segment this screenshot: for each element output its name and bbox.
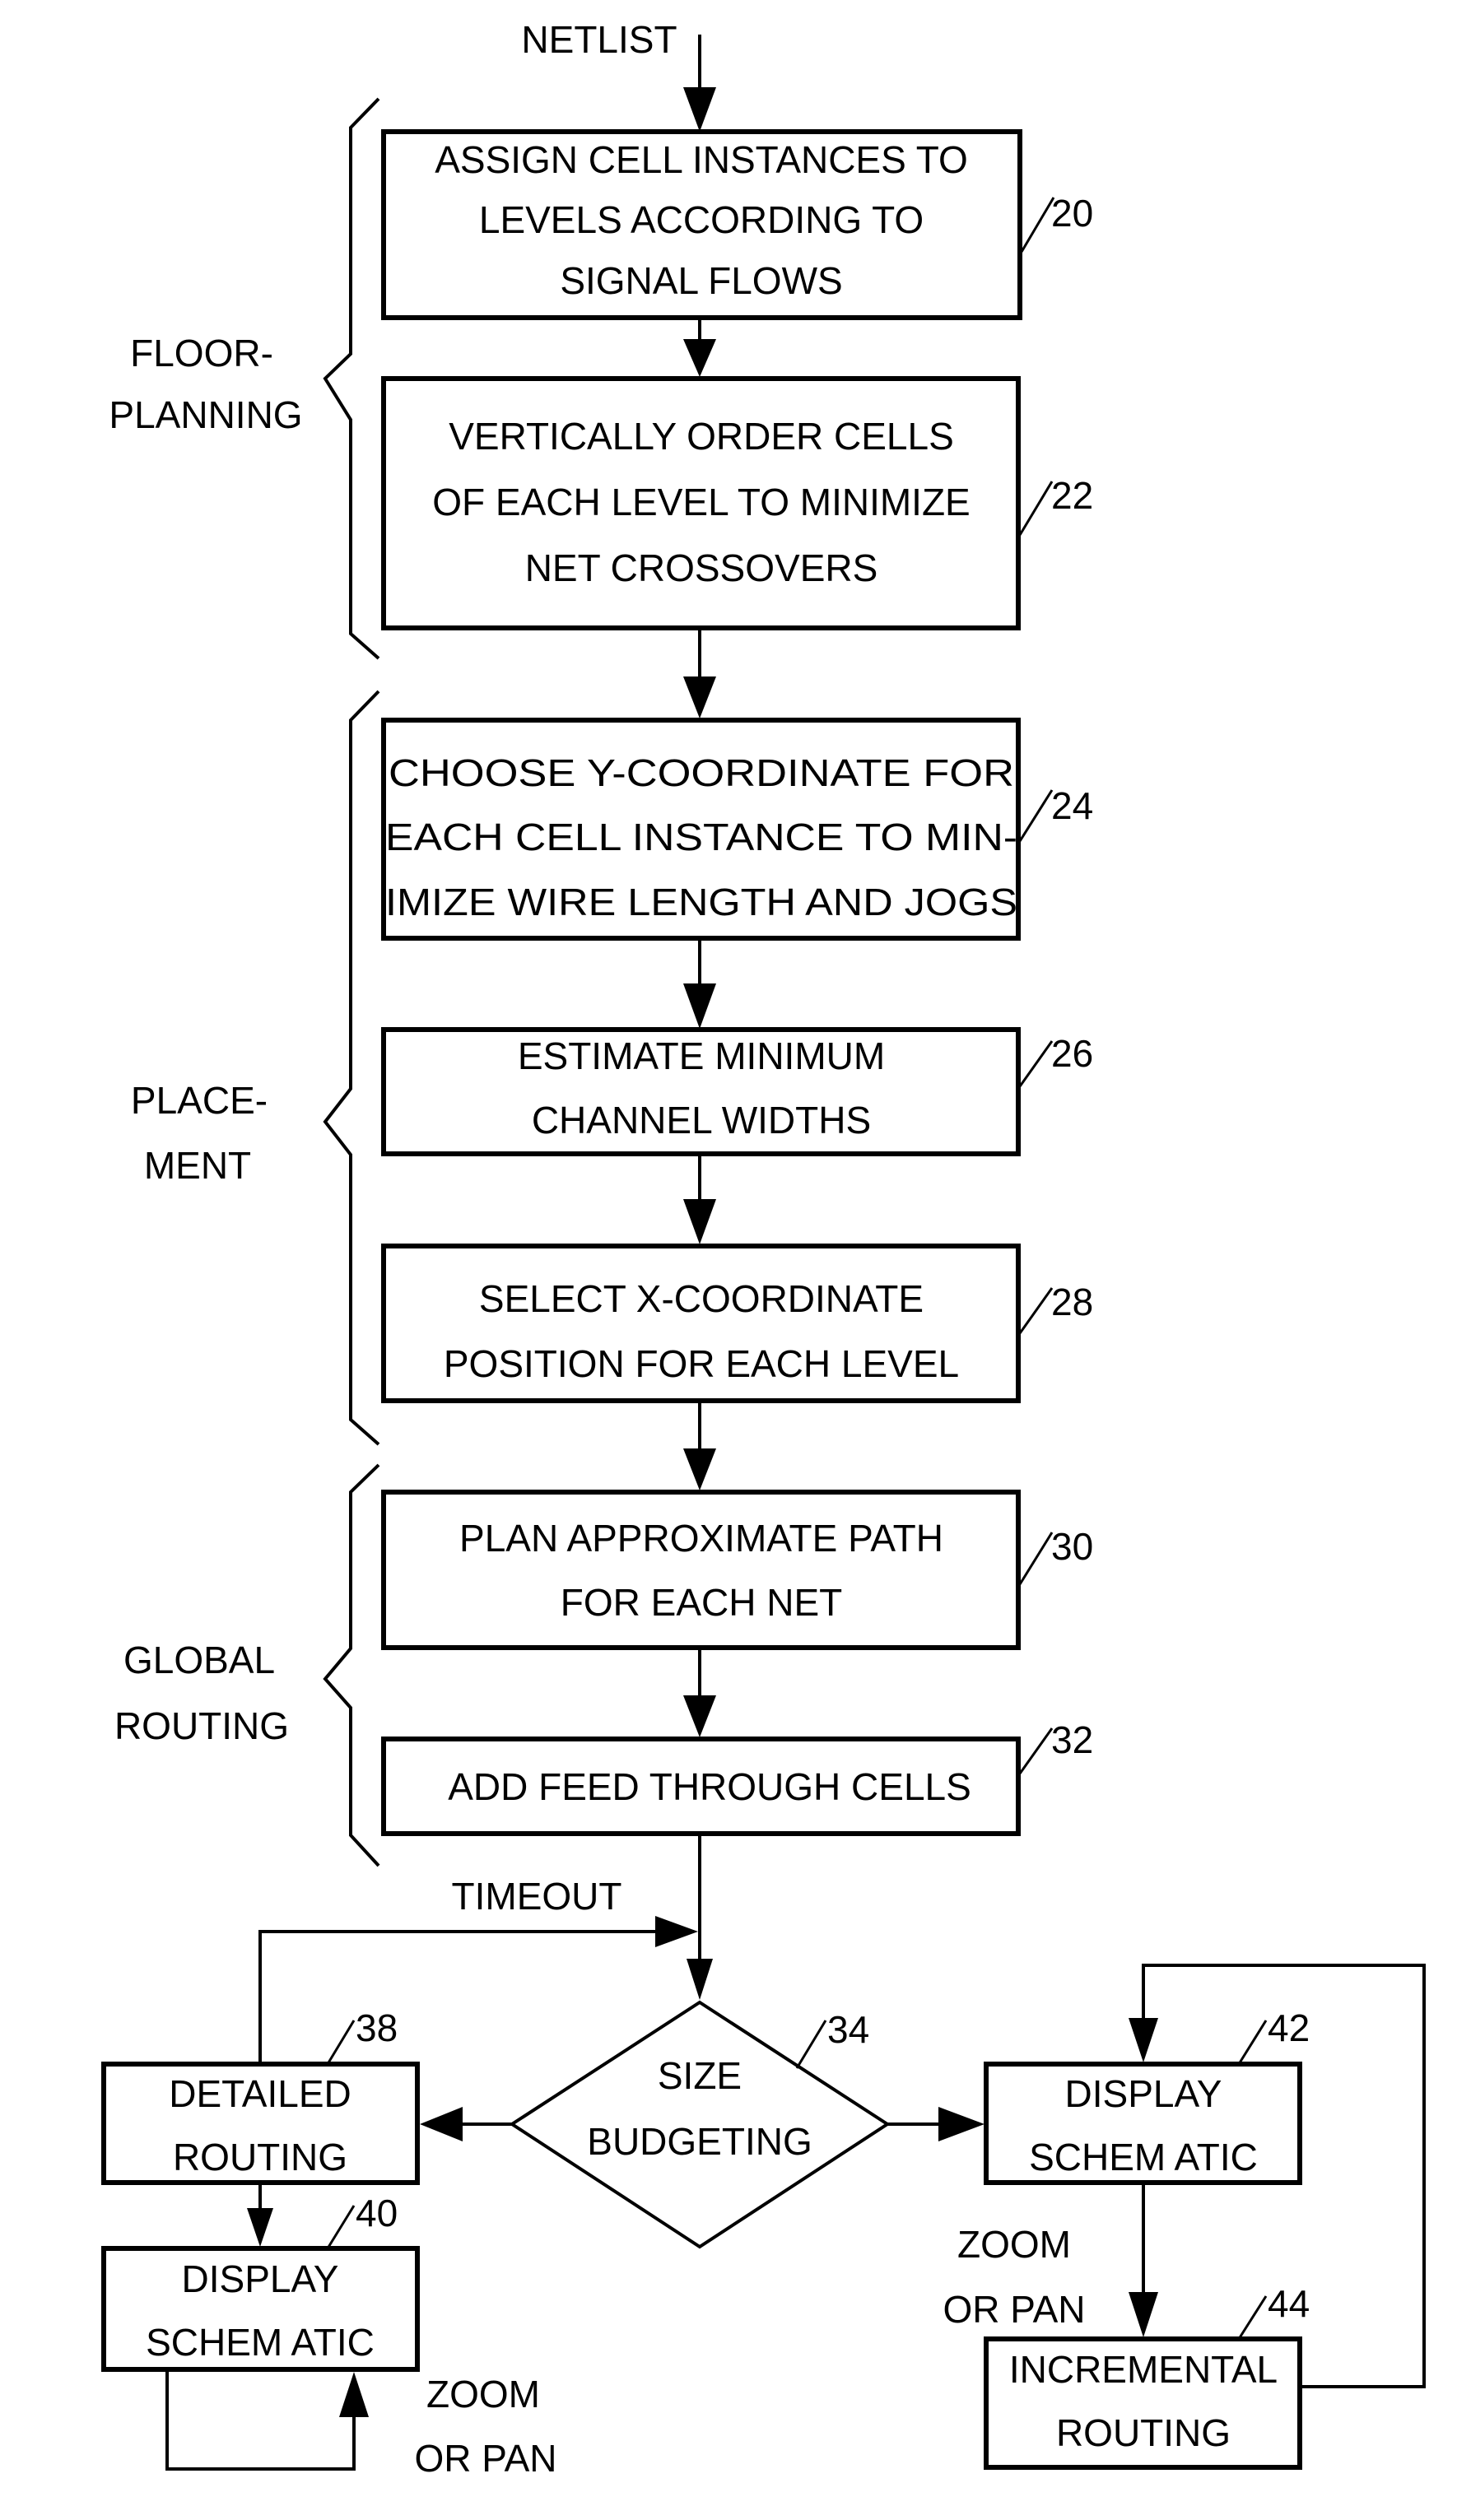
step-38-line1: DETAILED [169,2072,351,2115]
step-38-line2: ROUTING [173,2136,347,2178]
step-30-line1: PLAN APPROXIMATE PATH [459,1517,943,1560]
ref-38: 38 [356,2006,398,2049]
timeout-label: TIMEOUT [452,1875,622,1918]
step-28: SELECT X-COORDINATE POSITION FOR EACH LE… [381,1244,1021,1403]
leader-40 [326,2205,356,2249]
step-28-line1: SELECT X-COORDINATE [479,1277,924,1320]
leader-28 [1018,1287,1054,1334]
step-40-line2: SCHEM ATIC [146,2321,375,2364]
leader-26 [1018,1040,1054,1087]
leader-34 [795,2020,827,2069]
ref-32: 32 [1051,1718,1093,1761]
ref-24: 24 [1051,784,1093,827]
ref-22: 22 [1051,474,1093,517]
step-24-line2: EACH CELL INSTANCE TO MIN- [385,816,1017,858]
phase-global-routing-line2: ROUTING [114,1704,289,1747]
arrow-timeout-38-to-34 [258,1916,698,2064]
arrow-netlist-to-20 [683,35,716,132]
arrow-24-to-26 [683,938,716,1029]
ref-40: 40 [356,2192,398,2234]
arrow-20-to-22 [683,318,716,377]
decision-34-line1: SIZE [658,2054,742,2097]
step-24-line1: CHOOSE Y-COORDINATE FOR [389,751,1014,794]
step-42-line1: DISPLAY [1065,2072,1222,2115]
leader-22 [1018,481,1054,536]
step-20-line2: LEVELS ACCORDING TO [479,198,924,241]
step-20-line3: SIGNAL FLOWS [560,259,842,302]
step-26: ESTIMATE MINIMUM CHANNEL WIDTHS [381,1027,1021,1156]
step-32: ADD FEED THROUGH CELLS [381,1737,1021,1836]
ref-34: 34 [827,2008,869,2051]
leader-42 [1237,2020,1268,2065]
zoom-pan-right-line2: OR PAN [943,2288,1086,2331]
step-42-line2: SCHEM ATIC [1029,2136,1258,2178]
phase-floorplanning-line1: FLOOR- [130,332,273,374]
flowchart: NETLIST FLOOR- PLANNING PLACE- MENT GLOB… [101,18,1426,2480]
zoom-pan-left-line1: ZOOM [426,2373,540,2415]
leader-44 [1237,2295,1268,2340]
arrow-42-to-44 [1129,2183,1158,2337]
phase-floorplanning-line2: PLANNING [109,393,302,436]
step-44-line1: INCREMENTAL [1009,2348,1278,2391]
leader-20 [1020,197,1055,253]
step-22-line2: OF EACH LEVEL TO MINIMIZE [432,481,971,523]
step-30-line2: FOR EACH NET [561,1581,842,1624]
brace-placement [323,690,380,1446]
step-42: DISPLAY SCHEM ATIC [984,2062,1302,2185]
step-22-line1: VERTICALLY ORDER CELLS [449,415,954,458]
arrow-22-to-24 [683,628,716,718]
leader-38 [326,2020,356,2065]
ref-20: 20 [1051,192,1093,235]
loop-zoom-pan-left [165,2369,369,2471]
leader-24 [1018,789,1054,842]
zoom-pan-left-line2: OR PAN [415,2437,557,2480]
step-32-line1: ADD FEED THROUGH CELLS [448,1765,971,1808]
step-28-line2: POSITION FOR EACH LEVEL [444,1342,959,1385]
phase-global-routing-line1: GLOBAL [123,1639,275,1681]
step-26-line2: CHANNEL WIDTHS [532,1099,871,1141]
arrow-26-to-28 [683,1154,716,1244]
zoom-pan-right-line1: ZOOM [957,2223,1071,2266]
step-26-line1: ESTIMATE MINIMUM [518,1035,885,1077]
ref-26: 26 [1051,1032,1093,1075]
brace-floorplanning [323,97,380,660]
leader-30 [1018,1532,1054,1585]
leader-32 [1018,1727,1054,1774]
arrow-28-to-30 [683,1401,716,1490]
ref-44: 44 [1268,2282,1310,2325]
phase-placement-line1: PLACE- [131,1079,268,1122]
step-20: ASSIGN CELL INSTANCES TO LEVELS ACCORDIN… [381,129,1022,320]
arrow-32-to-34 [687,1834,713,2000]
step-44: INCREMENTAL ROUTING [984,2336,1302,2470]
phase-placement-line2: MENT [144,1144,251,1187]
step-22-line3: NET CROSSOVERS [525,546,878,589]
step-44-line2: ROUTING [1056,2411,1231,2454]
step-40: DISPLAY SCHEM ATIC [101,2246,420,2372]
ref-28: 28 [1051,1281,1093,1323]
arrow-30-to-32 [683,1648,716,1737]
ref-42: 42 [1268,2006,1310,2049]
step-20-line1: ASSIGN CELL INSTANCES TO [435,138,968,181]
ref-30: 30 [1051,1525,1093,1568]
step-30: PLAN APPROXIMATE PATH FOR EACH NET [381,1490,1021,1650]
step-22: VERTICALLY ORDER CELLS OF EACH LEVEL TO … [381,376,1021,630]
arrow-34-to-42 [887,2107,985,2141]
step-24: CHOOSE Y-COORDINATE FOR EACH CELL INSTAN… [381,718,1021,941]
decision-34-line2: BUDGETING [587,2120,812,2163]
step-38: DETAILED ROUTING [101,2062,420,2185]
arrow-38-to-40 [247,2183,273,2247]
step-24-line3: IMIZE WIRE LENGTH AND JOGS [385,881,1017,923]
brace-global-routing [323,1463,380,1867]
arrow-34-to-38 [420,2107,512,2141]
netlist-label: NETLIST [521,18,677,61]
step-40-line1: DISPLAY [182,2257,339,2300]
